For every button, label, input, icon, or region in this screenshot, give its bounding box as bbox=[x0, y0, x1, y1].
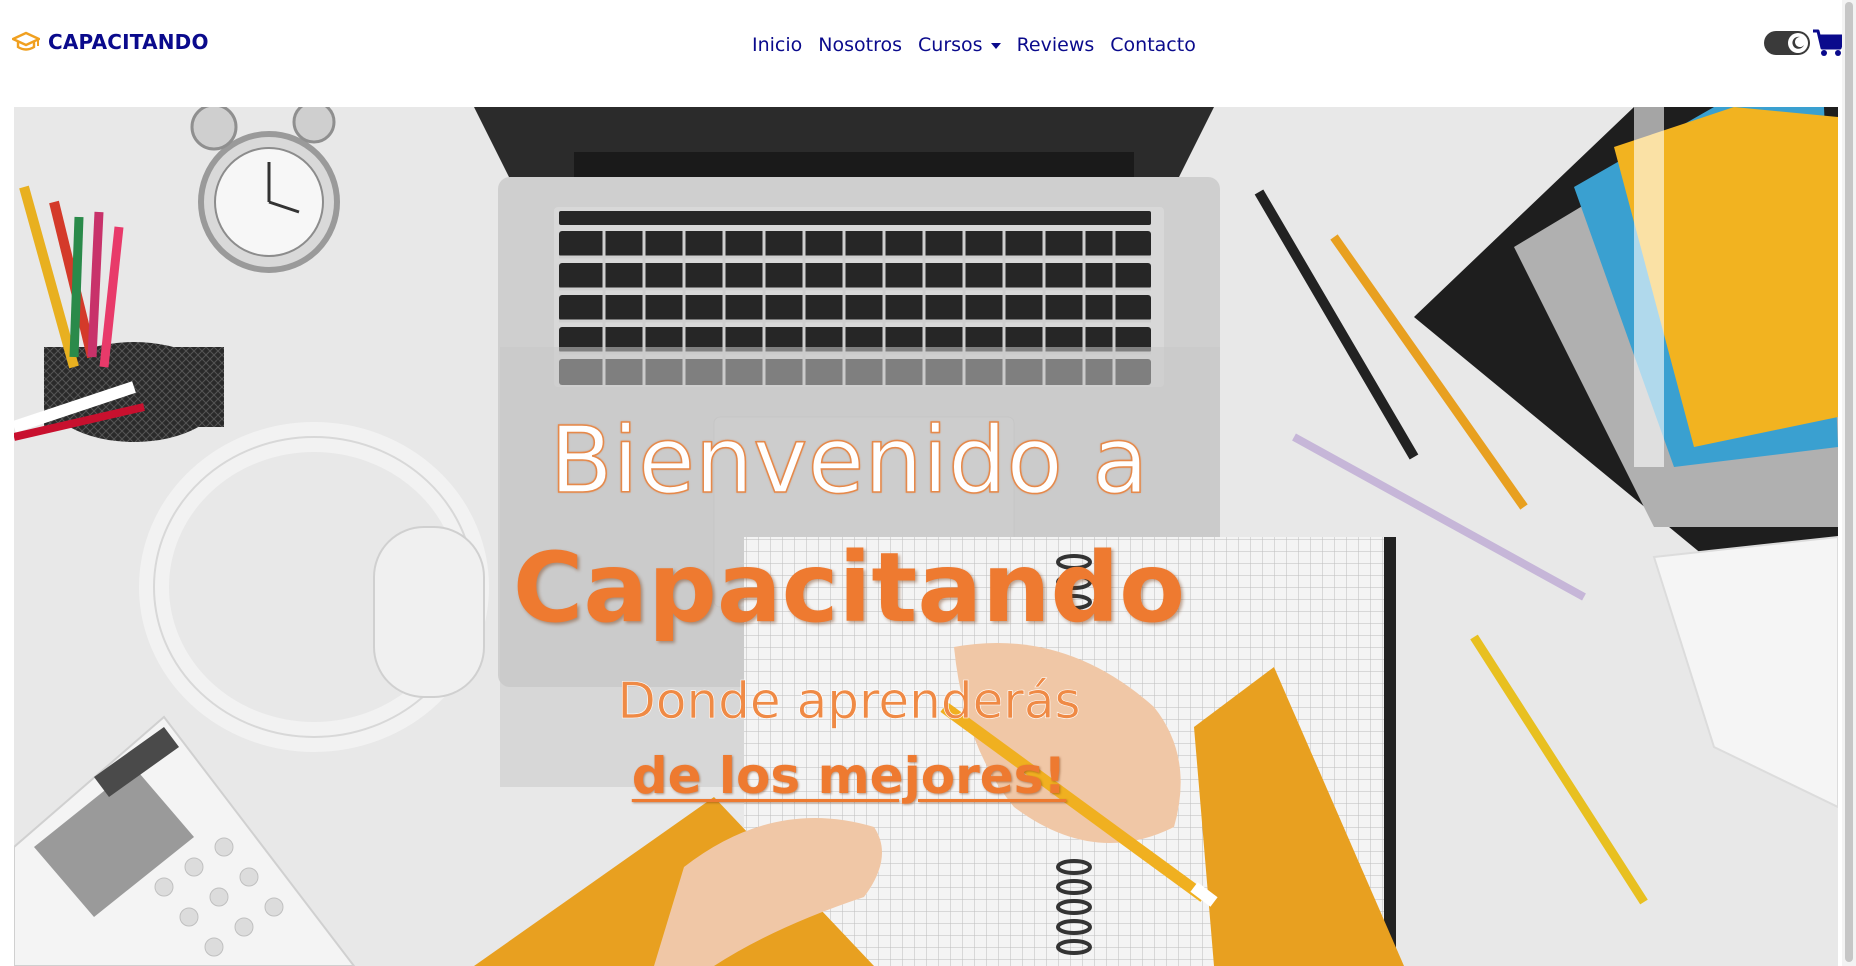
theme-toggle[interactable] bbox=[1764, 31, 1810, 55]
vertical-scrollbar[interactable] bbox=[1842, 0, 1856, 966]
hero-heading-brand: Capacitando bbox=[512, 532, 1186, 644]
shopping-cart-icon[interactable] bbox=[1812, 28, 1846, 58]
nav-item-reviews[interactable]: Reviews bbox=[1017, 34, 1095, 56]
nav-item-nosotros[interactable]: Nosotros bbox=[818, 34, 902, 56]
caret-down-icon bbox=[990, 43, 1001, 49]
nav-item-label: Reviews bbox=[1016, 34, 1095, 56]
hero-subheading: Donde aprenderás bbox=[617, 672, 1081, 731]
navbar: CAPACITANDO Inicio Nosotros Cursos Revie… bbox=[0, 0, 1856, 106]
nav-item-cursos-dropdown[interactable]: Cursos bbox=[918, 34, 1001, 56]
nav-item-label: Inicio bbox=[752, 34, 803, 56]
moon-icon bbox=[1792, 36, 1804, 49]
brand-name: CAPACITANDO bbox=[48, 30, 209, 54]
graduation-cap-icon bbox=[12, 31, 40, 53]
main-nav: Inicio Nosotros Cursos Reviews Contacto bbox=[752, 34, 1196, 56]
hero-link-mejores[interactable]: de los mejores! bbox=[14, 747, 1684, 805]
brand-link[interactable]: CAPACITANDO bbox=[12, 30, 209, 54]
hero-banner: Bienvenido a Capacitando Donde aprenderá… bbox=[14, 107, 1838, 966]
navbar-actions bbox=[1764, 28, 1846, 58]
nav-item-inicio[interactable]: Inicio bbox=[752, 34, 802, 56]
hero-text: Bienvenido a Capacitando Donde aprenderá… bbox=[14, 107, 1838, 966]
nav-item-contacto[interactable]: Contacto bbox=[1110, 34, 1196, 56]
nav-item-label: Cursos bbox=[918, 34, 983, 56]
nav-item-label: Nosotros bbox=[818, 34, 903, 56]
scrollbar-thumb[interactable] bbox=[1845, 2, 1853, 962]
nav-item-label: Contacto bbox=[1110, 34, 1196, 56]
hero-heading-line1: Bienvenido a bbox=[549, 406, 1149, 515]
